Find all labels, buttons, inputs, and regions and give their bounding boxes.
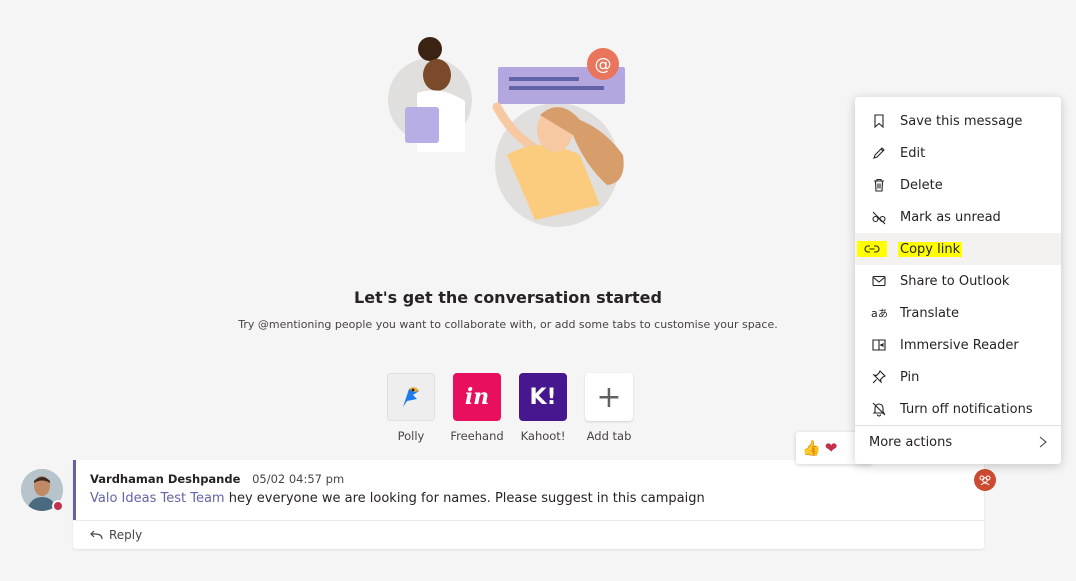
- svg-text:a: a: [871, 307, 878, 320]
- menu-item-turn-off-notifications[interactable]: Turn off notifications: [855, 393, 1061, 425]
- app-label: Polly: [397, 429, 425, 443]
- app-polly[interactable]: Polly: [378, 373, 444, 443]
- parrot-icon[interactable]: [387, 373, 435, 421]
- menu-item-label: Copy link: [898, 241, 963, 257]
- link-icon: [857, 241, 887, 257]
- unread-icon: [871, 209, 887, 225]
- app-suggestions: Polly in Freehand K! Kahoot! + Add tab: [378, 373, 642, 443]
- reply-label: Reply: [109, 528, 143, 542]
- menu-item-edit[interactable]: Edit: [855, 137, 1061, 169]
- presence-status-icon: [52, 500, 64, 512]
- menu-item-label: Mark as unread: [900, 209, 1001, 225]
- menu-item-immersive-reader[interactable]: Immersive Reader: [855, 329, 1061, 361]
- message-header: Vardhaman Deshpande 05/02 04:57 pm: [90, 472, 344, 486]
- pin-icon: [871, 369, 887, 385]
- menu-item-more-actions[interactable]: More actions: [855, 426, 1061, 458]
- app-label: Freehand: [450, 429, 504, 443]
- svg-text:@: @: [595, 55, 612, 75]
- menu-item-delete[interactable]: Delete: [855, 169, 1061, 201]
- team-mention-link[interactable]: Valo Ideas Test Team: [90, 491, 225, 506]
- message-content: hey everyone we are looking for names. P…: [224, 491, 705, 506]
- immersive-reader-icon: [871, 337, 887, 353]
- svg-text:あ: あ: [878, 308, 887, 320]
- app-kahoot[interactable]: K! Kahoot!: [510, 373, 576, 443]
- bell-off-icon: [871, 401, 887, 417]
- menu-item-label: Turn off notifications: [900, 401, 1033, 417]
- message-card[interactable]: Vardhaman Deshpande 05/02 04:57 pm Valo …: [73, 460, 984, 549]
- divider: [73, 520, 984, 521]
- reply-button[interactable]: Reply: [89, 528, 142, 542]
- app-add-tab[interactable]: + Add tab: [576, 373, 642, 443]
- app-label: Kahoot!: [520, 429, 566, 443]
- menu-item-label: Edit: [900, 145, 926, 161]
- bookmark-icon: [871, 113, 887, 129]
- menu-item-share-outlook[interactable]: Share to Outlook: [855, 265, 1061, 297]
- menu-item-label: Translate: [900, 305, 960, 321]
- menu-item-label: Save this message: [900, 113, 1023, 129]
- menu-item-label: Pin: [900, 369, 920, 385]
- app-label: Add tab: [586, 429, 632, 443]
- plus-icon[interactable]: +: [585, 373, 633, 421]
- menu-item-label: More actions: [869, 434, 953, 450]
- menu-item-pin[interactable]: Pin: [855, 361, 1061, 393]
- menu-item-label: Immersive Reader: [900, 337, 1019, 353]
- message-author[interactable]: Vardhaman Deshpande: [90, 472, 240, 486]
- chevron-right-icon: [1037, 435, 1049, 449]
- team-badge-icon[interactable]: [974, 469, 996, 491]
- message-text: Valo Ideas Test Team hey everyone we are…: [90, 491, 705, 506]
- menu-item-translate[interactable]: aあ Translate: [855, 297, 1061, 329]
- menu-item-copy-link[interactable]: Copy link: [855, 233, 1061, 265]
- thumbs-up-icon[interactable]: 👍: [802, 439, 821, 457]
- pencil-icon: [871, 145, 887, 161]
- menu-item-label: Delete: [900, 177, 943, 193]
- menu-item-label: Share to Outlook: [900, 273, 1010, 289]
- message-context-menu: Save this message Edit Delete Mark as un…: [855, 97, 1061, 464]
- message-body: Vardhaman Deshpande 05/02 04:57 pm Valo …: [73, 460, 987, 520]
- reply-arrow-icon: [89, 529, 103, 541]
- heart-icon[interactable]: ❤: [825, 439, 838, 457]
- kahoot-icon[interactable]: K!: [519, 373, 567, 421]
- menu-item-mark-unread[interactable]: Mark as unread: [855, 201, 1061, 233]
- conversation-illustration: @: [385, 35, 635, 230]
- translate-icon: aあ: [871, 305, 887, 321]
- app-freehand[interactable]: in Freehand: [444, 373, 510, 443]
- invision-icon[interactable]: in: [453, 373, 501, 421]
- mail-icon: [871, 273, 887, 289]
- trash-icon: [871, 177, 887, 193]
- message-timestamp: 05/02 04:57 pm: [252, 472, 345, 486]
- menu-item-save-message[interactable]: Save this message: [855, 105, 1061, 137]
